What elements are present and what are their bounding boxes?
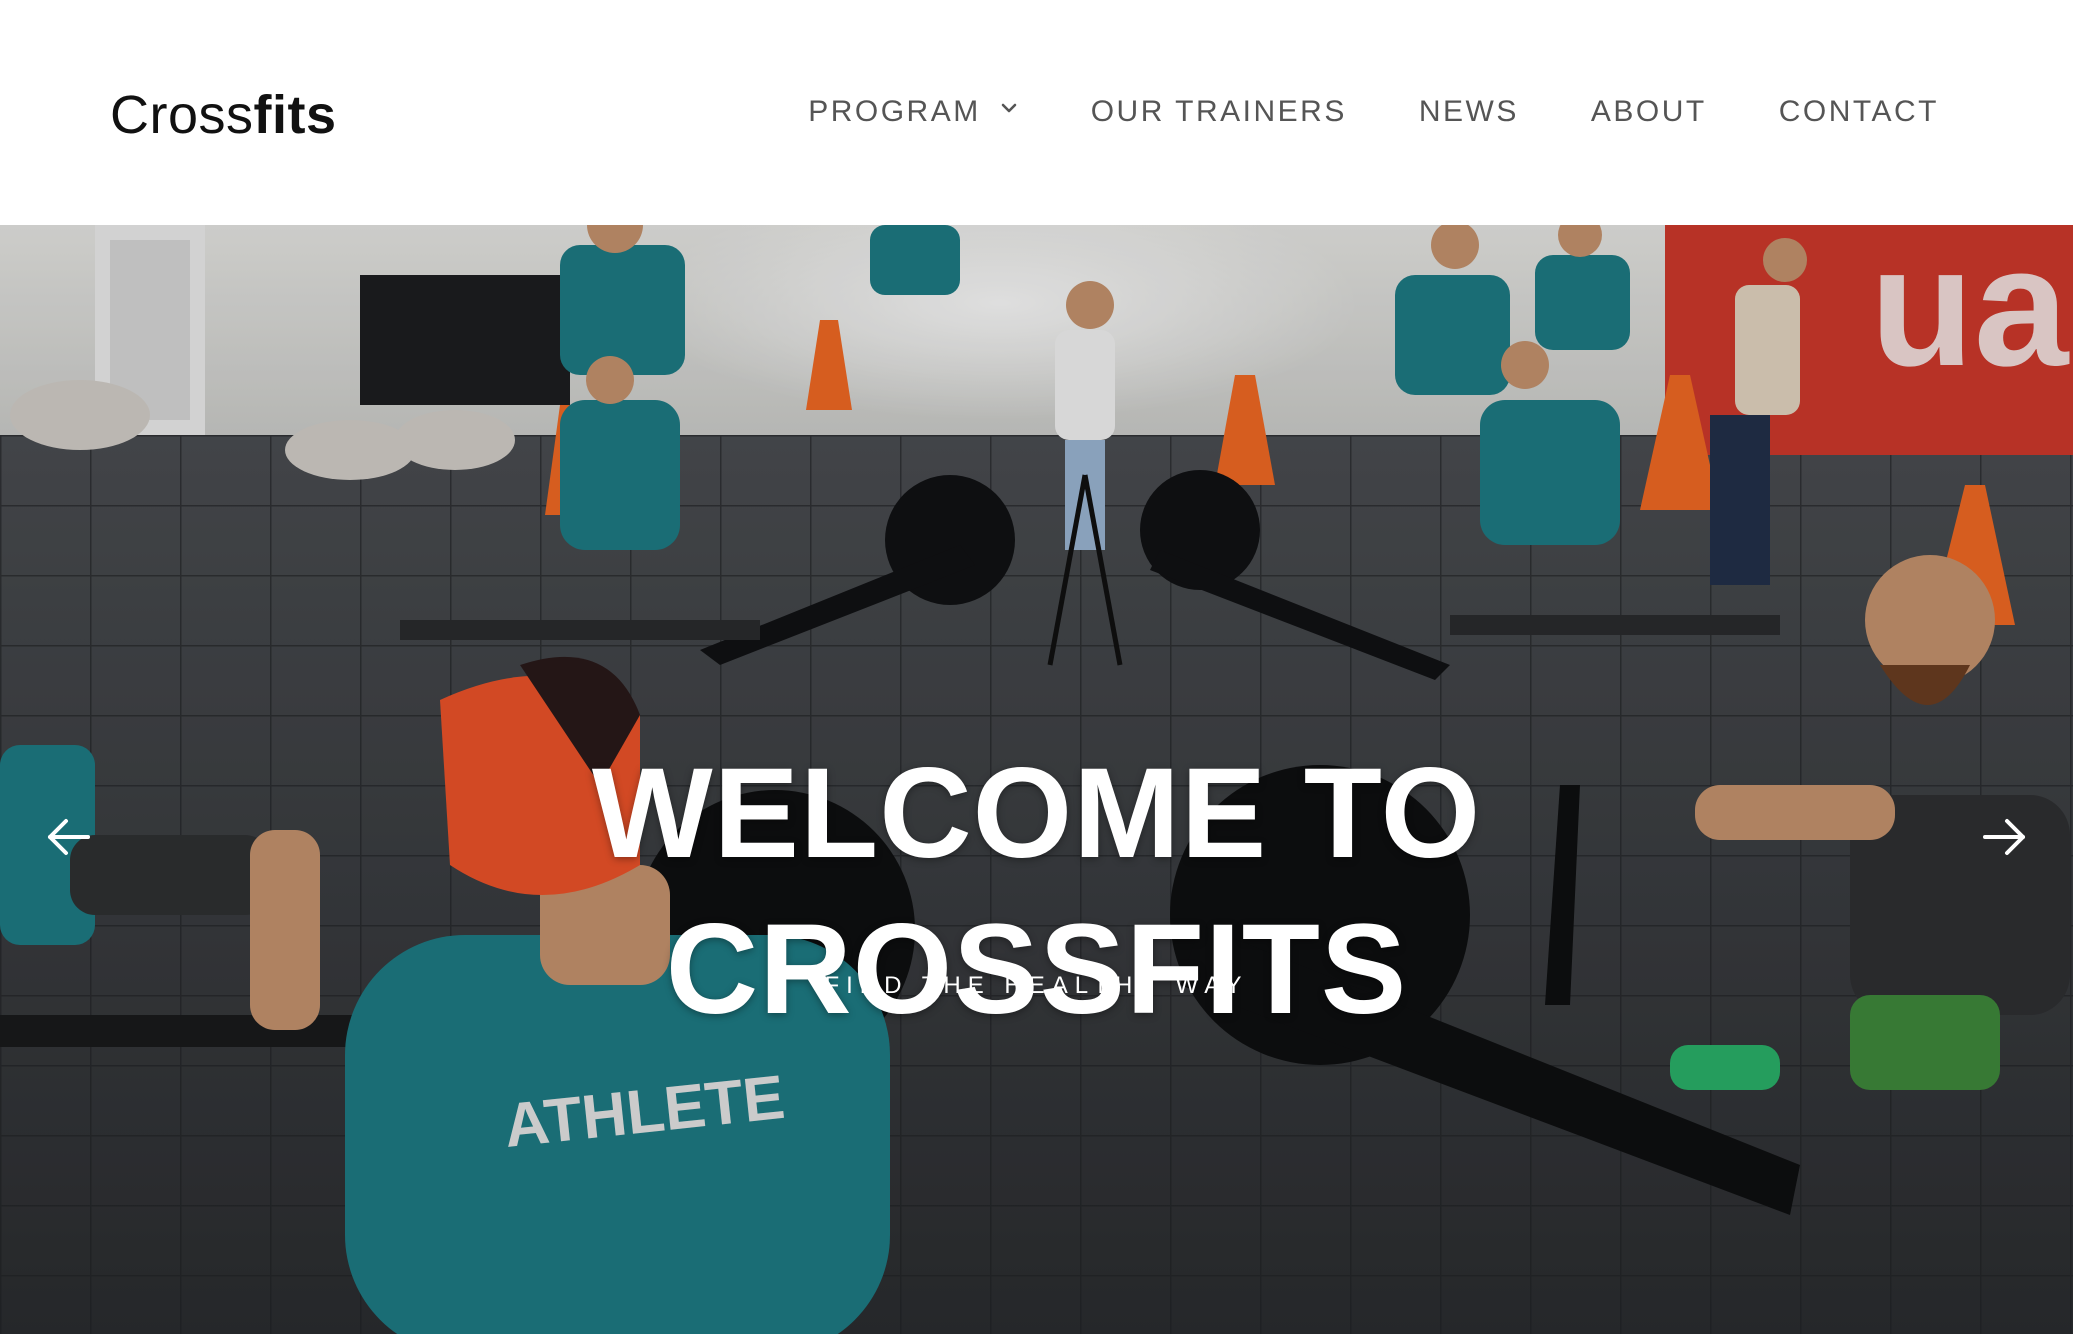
hero-title-line2: CROSSFITS	[665, 897, 1408, 1041]
arrow-right-icon[interactable]	[1973, 805, 2037, 869]
nav-item-about[interactable]: ABOUT	[1591, 92, 1707, 132]
arrow-left-icon[interactable]	[36, 805, 100, 869]
nav-item-label: OUR TRAINERS	[1090, 95, 1347, 128]
chevron-down-icon	[1001, 103, 1017, 113]
nav-item-label: CONTACT	[1778, 95, 1939, 128]
nav-item-program[interactable]: PROGRAM	[808, 92, 1019, 132]
hero-title: WELCOME TO CROSSFITS	[0, 736, 2073, 1048]
nav-item-label: PROGRAM	[808, 95, 981, 128]
nav-item-label: ABOUT	[1590, 95, 1707, 128]
nav-item-our-trainers[interactable]: OUR TRAINERS	[1091, 92, 1347, 132]
logo-text-bold: fits	[253, 85, 337, 145]
nav-item-label: NEWS	[1418, 95, 1519, 128]
nav-item-news[interactable]: NEWS	[1419, 92, 1519, 132]
nav-item-contact[interactable]: CONTACT	[1779, 92, 1939, 132]
site-header: Crossfits PROGRAM OUR TRAINERS NEWS ABOU…	[0, 0, 2073, 225]
site-logo[interactable]: Crossfits	[110, 82, 337, 148]
hero-slider: ua ATHLETE WELCOME TO CROSSFITS FIND THE…	[0, 225, 2073, 1334]
hero-title-line1: WELCOME TO	[591, 741, 1482, 885]
hero-subtitle: FIND THE HEALTHY WAY	[824, 972, 1249, 999]
main-nav: PROGRAM OUR TRAINERS NEWS ABOUT CONTACT	[808, 92, 1939, 132]
logo-text-light: Cross	[110, 85, 254, 145]
